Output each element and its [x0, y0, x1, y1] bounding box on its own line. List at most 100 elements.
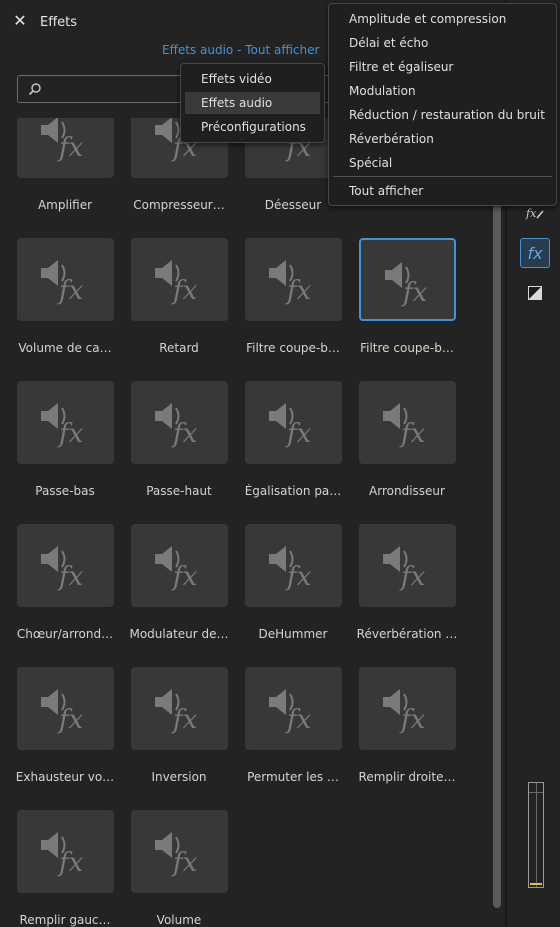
filter-link[interactable]: Effets audio - Tout afficher [162, 43, 319, 57]
effect-tile[interactable]: fx Volume [114, 810, 228, 927]
effect-tile[interactable]: fx Permuter les … [228, 667, 342, 784]
audio-effect-icon: fx [269, 260, 312, 306]
effect-tile[interactable]: fx Remplir droite… [342, 667, 456, 784]
svg-text:fx: fx [399, 705, 426, 735]
effect-label: Retard [159, 341, 199, 355]
effect-tile[interactable]: fx Retard [114, 238, 228, 355]
audio-effect-icon: fx [41, 689, 84, 735]
effect-thumbnail[interactable]: fx [17, 524, 114, 607]
effect-label: Remplir gauc… [19, 913, 111, 927]
effect-label: Exhausteur vo… [15, 770, 115, 784]
effect-tile[interactable]: fx Exhausteur vo… [0, 667, 114, 784]
effect-label: Filtre coupe-b… [246, 341, 340, 355]
effect-label: Réverbération … [356, 627, 458, 641]
effect-tile[interactable]: fx Volume de ca… [0, 238, 114, 355]
category-menu-item[interactable]: Délai et écho [333, 32, 552, 54]
effect-tile[interactable]: fx Inversion [114, 667, 228, 784]
effect-thumbnail[interactable]: fx [131, 524, 228, 607]
audio-effect-icon: fx [155, 403, 198, 449]
effect-tile[interactable]: fx Arrondisseur [342, 381, 456, 498]
menu-separator [333, 176, 552, 177]
svg-text:fx: fx [285, 562, 312, 592]
svg-text:fx: fx [399, 419, 426, 449]
effect-tile[interactable]: fx Réverbération … [342, 524, 457, 641]
audio-effect-icon: fx [269, 689, 312, 735]
menu-item[interactable]: Effets vidéo [185, 68, 320, 90]
audio-effect-icon: fx [383, 689, 426, 735]
effect-tile[interactable]: fx Égalisation pa… [228, 381, 342, 498]
audio-effect-icon: fx [269, 546, 312, 592]
effect-label: Filtre coupe-b… [360, 341, 454, 355]
effect-tile[interactable]: fx Passe-bas [0, 381, 114, 498]
effect-thumbnail[interactable]: fx [245, 381, 342, 464]
effect-thumbnail[interactable]: fx [131, 667, 228, 750]
effect-tile[interactable]: fx Modulateur de… [114, 524, 229, 641]
svg-text:fx: fx [171, 419, 198, 449]
audio-effect-icon: fx [383, 403, 426, 449]
effect-thumbnail[interactable]: fx [359, 667, 456, 750]
category-menu-item[interactable]: Réduction / restauration du bruit [333, 104, 552, 126]
svg-text:fx: fx [401, 278, 428, 308]
effect-label: Égalisation pa… [244, 484, 342, 498]
effect-thumbnail[interactable]: fx [245, 667, 342, 750]
audio-effect-icon: fx [269, 403, 312, 449]
category-menu-item[interactable]: Amplitude et compression [333, 8, 552, 30]
effect-tile[interactable]: fx Amplifier [0, 118, 114, 212]
close-icon[interactable]: ✕ [12, 13, 28, 29]
audio-effect-icon: fx [383, 546, 426, 592]
color-correction-icon[interactable] [520, 278, 550, 308]
effect-thumbnail[interactable]: fx [131, 810, 228, 893]
effect-thumbnail[interactable]: fx [17, 381, 114, 464]
effect-thumbnail[interactable]: fx [17, 667, 114, 750]
effect-label: Modulateur de… [129, 627, 229, 641]
svg-text:fx: fx [171, 562, 198, 592]
menu-item[interactable]: Effets audio [185, 92, 320, 114]
effect-label: Volume de ca… [18, 341, 112, 355]
effects-grid: fxAmplifierfxCompresseur…fxDéesseurfxfxV… [0, 118, 490, 927]
audio-meter [528, 782, 544, 888]
scrollbar[interactable] [493, 118, 501, 908]
category-menu-item[interactable]: Filtre et égaliseur [333, 56, 552, 78]
show-all-menu-item[interactable]: Tout afficher [333, 180, 552, 202]
svg-text:fx: fx [57, 848, 84, 878]
svg-text:fx: fx [285, 705, 312, 735]
effect-thumbnail[interactable]: fx [359, 524, 456, 607]
effect-label: Inversion [151, 770, 207, 784]
effect-thumbnail[interactable]: fx [131, 381, 228, 464]
effect-thumbnail[interactable]: fx [245, 524, 342, 607]
effect-tile[interactable]: fx Passe-haut [114, 381, 228, 498]
effect-tile[interactable]: fx DeHummer [228, 524, 342, 641]
fx-icon[interactable]: fx [520, 238, 550, 268]
svg-text:fx: fx [171, 705, 198, 735]
effect-thumbnail[interactable]: fx [17, 238, 114, 321]
category-menu-item[interactable]: Modulation [333, 80, 552, 102]
category-menu-item[interactable]: Spécial [333, 152, 552, 174]
effect-tile[interactable]: fx Remplir gauc… [0, 810, 114, 927]
svg-text:fx: fx [399, 562, 426, 592]
effect-label: Volume [156, 913, 202, 927]
menu-item[interactable]: Préconfigurations [185, 116, 320, 138]
effect-thumbnail[interactable]: fx [359, 238, 456, 321]
category-menu: Amplitude et compression Délai et écho Fil… [328, 3, 557, 206]
effect-label: Amplifier [37, 198, 93, 212]
effect-thumbnail[interactable]: fx [245, 238, 342, 321]
svg-text:fx: fx [525, 207, 537, 220]
svg-text:fx: fx [57, 133, 84, 163]
audio-effect-icon: fx [155, 832, 198, 878]
category-menu-item[interactable]: Réverbération [333, 128, 552, 150]
audio-effect-icon: fx [155, 260, 198, 306]
audio-effect-icon: fx [155, 546, 198, 592]
effect-thumbnail[interactable]: fx [17, 810, 114, 893]
audio-effect-icon: fx [41, 118, 84, 163]
svg-text:fx: fx [57, 705, 84, 735]
audio-effect-icon: fx [41, 403, 84, 449]
search-icon [28, 83, 41, 96]
svg-text:fx: fx [57, 562, 84, 592]
effect-thumbnail[interactable]: fx [131, 238, 228, 321]
audio-effect-icon: fx [385, 262, 428, 308]
effect-tile[interactable]: fx Filtre coupe-b… [228, 238, 342, 355]
effect-tile[interactable]: fx Chœur/arrond… [0, 524, 114, 641]
effect-thumbnail[interactable]: fx [17, 118, 114, 178]
effect-tile[interactable]: fx Filtre coupe-b… [342, 238, 456, 355]
effect-thumbnail[interactable]: fx [359, 381, 456, 464]
